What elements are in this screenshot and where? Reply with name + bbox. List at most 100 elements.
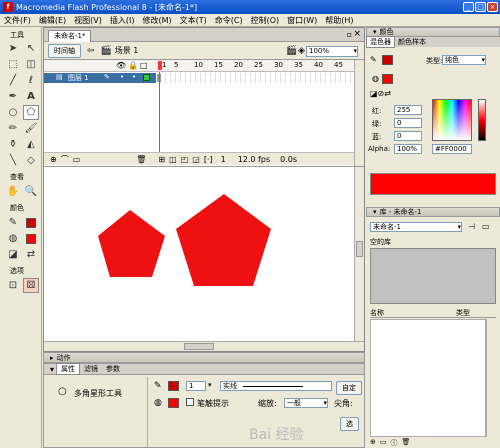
black-white-icon[interactable]: ◪ <box>5 247 21 262</box>
stroke-hint-checkbox[interactable] <box>186 398 194 406</box>
lock-icon[interactable]: 🔒 <box>128 61 138 70</box>
eyedropper-icon[interactable]: ╲ <box>5 153 21 168</box>
subselection-arrow-icon[interactable]: ↖ <box>23 41 39 56</box>
fill-color-swatch[interactable] <box>23 231 39 246</box>
brightness-slider[interactable] <box>478 99 486 141</box>
color-spectrum[interactable] <box>432 99 472 141</box>
text-icon[interactable]: A <box>23 89 39 104</box>
stroke-style-select[interactable]: 实线 <box>220 381 332 391</box>
mixer-default-colors-icon[interactable]: ◪⊘⇄ <box>370 89 391 98</box>
stage-hscrollbar[interactable] <box>44 341 364 351</box>
tab-color-swatches[interactable]: 颜色样本 <box>395 37 429 47</box>
green-field[interactable]: 0 <box>394 118 422 128</box>
layer-row[interactable]: ▤ 图层 1 ✎ • • <box>44 73 354 83</box>
timeline-toggle-button[interactable]: 时间轴 <box>48 43 81 58</box>
add-layer-icon[interactable]: ⊕ <box>50 155 57 164</box>
eye-icon[interactable]: 👁 <box>116 61 126 70</box>
collapse-arrow-icon[interactable]: ▾ <box>50 365 54 374</box>
prop-fill-swatch[interactable] <box>168 398 179 408</box>
pin-library-icon[interactable]: ⊣ <box>468 222 475 231</box>
visible-dot-icon[interactable]: • <box>120 73 124 81</box>
eraser-icon[interactable]: ◇ <box>23 153 39 168</box>
onion-skin-icon[interactable]: ◫ <box>169 155 177 164</box>
oval-icon[interactable]: ○ <box>5 105 21 120</box>
blue-field[interactable]: 0 <box>394 131 422 141</box>
new-library-icon[interactable]: ▭ <box>482 222 490 231</box>
snap-to-objects-icon[interactable]: ⊡ <box>5 278 21 293</box>
free-transform-icon[interactable]: ⬚ <box>5 57 21 72</box>
delete-layer-icon[interactable]: 🗑 <box>136 155 146 164</box>
tab-filters[interactable]: 滤镜 <box>80 364 102 374</box>
timeline-vscrollbar[interactable] <box>354 60 364 166</box>
tab-parameters[interactable]: 参数 <box>102 364 124 374</box>
library-panel-header[interactable]: ▾ 库 - 未命名-1 <box>366 207 500 217</box>
zoom-select[interactable]: 100% ▾ <box>306 46 358 57</box>
outline-icon[interactable]: □ <box>140 61 148 70</box>
edit-scene-icon[interactable]: 🎬 <box>286 46 297 56</box>
add-folder-icon[interactable]: ▭ <box>73 155 81 164</box>
swap-colors-icon[interactable]: ⇄ <box>23 247 39 262</box>
library-col-name[interactable]: 名称 <box>370 308 384 318</box>
alpha-field[interactable]: 100% <box>394 144 422 154</box>
frame-cells[interactable] <box>156 73 354 83</box>
mixer-fill-swatch[interactable] <box>382 74 393 84</box>
stage-vscroll-thumb[interactable] <box>356 241 363 257</box>
center-frame-icon[interactable]: ⊞ <box>158 155 165 164</box>
new-folder-icon[interactable]: ▭ <box>380 438 387 448</box>
small-pentagon-shape[interactable] <box>98 210 165 277</box>
back-arrow-icon[interactable]: ⇦ <box>87 46 95 56</box>
onion-markers-icon[interactable]: [·] <box>204 155 213 164</box>
brush-icon[interactable]: 🖌 <box>23 121 39 136</box>
polystar-icon[interactable]: ⬠ <box>23 105 39 120</box>
restore-doc-icon[interactable]: ▫ <box>347 30 352 39</box>
layer-outline-color[interactable] <box>143 74 150 81</box>
add-guide-icon[interactable]: ⌒ <box>61 154 69 165</box>
fill-type-select[interactable]: 纯色 ▾ <box>442 55 486 65</box>
maximize-button[interactable]: □ <box>475 2 486 12</box>
prop-stroke-swatch[interactable] <box>168 381 179 391</box>
ink-bottle-icon[interactable]: ⚱ <box>5 137 21 152</box>
menu-insert[interactable]: 插入(I) <box>106 15 139 26</box>
library-col-type[interactable]: 类型 <box>456 308 470 318</box>
tab-properties[interactable]: 属性 <box>56 363 81 375</box>
pencil-icon[interactable]: ✏ <box>5 121 21 136</box>
close-button[interactable]: × <box>487 2 498 12</box>
menu-file[interactable]: 文件(F) <box>0 15 35 26</box>
scale-select[interactable]: 一般 ▾ <box>284 398 328 408</box>
menu-edit[interactable]: 编辑(E) <box>35 15 70 26</box>
actions-panel-header[interactable]: ▸ 动作 <box>43 352 365 363</box>
menu-control[interactable]: 控制(O) <box>247 15 284 26</box>
minimize-button[interactable]: _ <box>463 2 474 12</box>
library-list[interactable] <box>370 319 486 437</box>
menu-view[interactable]: 视图(V) <box>70 15 106 26</box>
selection-arrow-icon[interactable]: ➤ <box>5 41 21 56</box>
delete-item-icon[interactable]: 🗑 <box>402 438 411 448</box>
zoom-icon[interactable]: 🔍 <box>23 184 39 199</box>
edit-multiple-icon[interactable]: ◲ <box>192 155 200 164</box>
fill-transform-icon[interactable]: ◫ <box>23 57 39 72</box>
smooth-option-icon[interactable]: ⚄ <box>23 278 39 293</box>
library-vscrollbar[interactable] <box>486 319 496 437</box>
custom-stroke-button[interactable]: 自定 <box>336 381 362 395</box>
line-icon[interactable]: ╱ <box>5 73 21 88</box>
stroke-color-swatch[interactable] <box>23 215 39 230</box>
menu-modify[interactable]: 修改(M) <box>138 15 175 26</box>
stroke-width-field[interactable]: 1 <box>186 381 206 391</box>
hex-field[interactable]: #FF0000 <box>432 144 472 154</box>
stroke-width-arrow-icon[interactable]: ▾ <box>208 381 212 389</box>
document-tab[interactable]: 未命名-1* <box>48 29 92 42</box>
pen-icon[interactable]: ✒ <box>5 89 21 104</box>
properties-icon[interactable]: ⓘ <box>391 438 398 448</box>
red-field[interactable]: 255 <box>394 105 422 115</box>
layer-name[interactable]: 图层 1 <box>68 73 89 83</box>
menu-window[interactable]: 窗口(W) <box>283 15 321 26</box>
large-pentagon-shape[interactable] <box>176 194 271 286</box>
tab-color-mixer[interactable]: 混色器 <box>366 36 395 48</box>
edit-symbol-icon[interactable]: ◈ <box>298 46 305 56</box>
close-doc-icon[interactable]: × <box>353 29 361 39</box>
stage-vscrollbar[interactable] <box>354 167 364 341</box>
library-doc-select[interactable]: 未命名-1 ▾ <box>370 222 462 232</box>
mixer-stroke-swatch[interactable] <box>382 55 393 65</box>
menu-help[interactable]: 帮助(H) <box>321 15 357 26</box>
options-button[interactable]: 选 <box>340 417 359 431</box>
